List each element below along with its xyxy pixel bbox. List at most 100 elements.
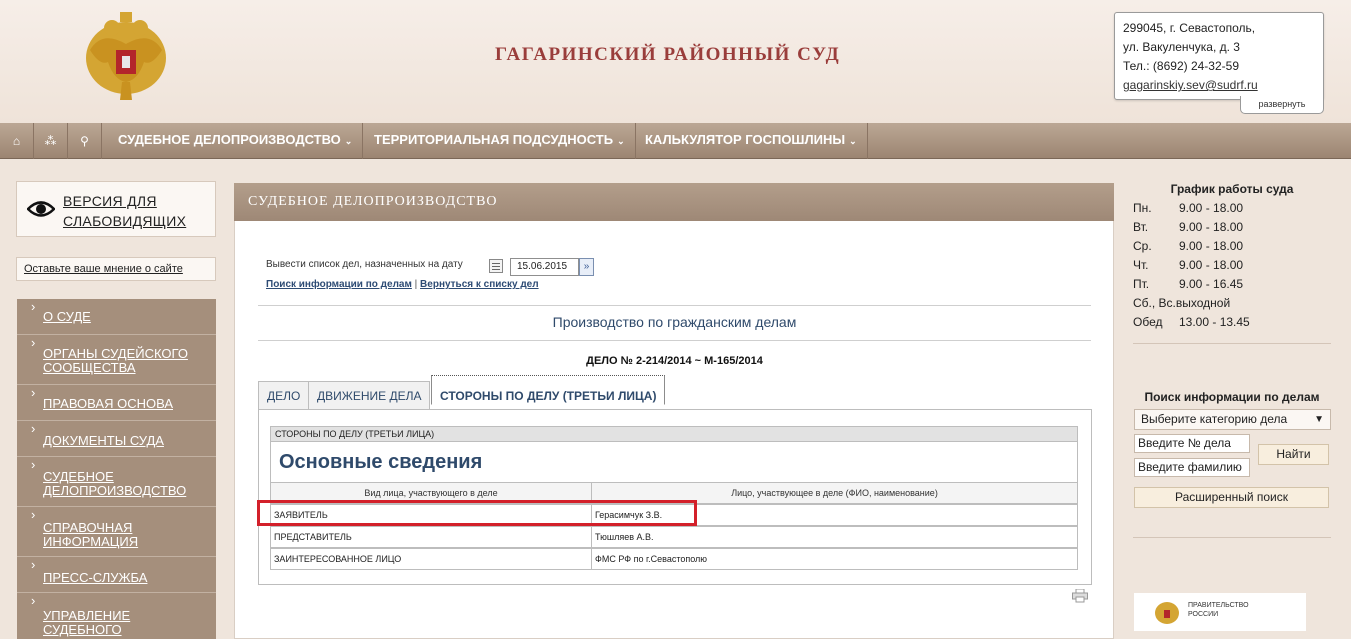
chevron-down-icon: ⌄ (344, 136, 353, 146)
proceeding-title: Производство по гражданским делам (552, 314, 797, 330)
tab-parties[interactable]: СТОРОНЫ ПО ДЕЛУ (ТРЕТЬИ ЛИЦА) (431, 375, 666, 405)
search-icon[interactable]: ⚲ (68, 123, 102, 159)
site-header: ГАГАРИНСКИЙ РАЙОННЫЙ СУД 299045, г. Сева… (0, 0, 1351, 123)
address-box: 299045, г. Севастополь, ул. Вакуленчука,… (1114, 12, 1324, 100)
court-title: ГАГАРИНСКИЙ РАЙОННЫЙ СУД (495, 44, 841, 65)
schedule-day: Пт. (1133, 277, 1150, 291)
eye-icon (27, 201, 55, 217)
party-name-cell: Тюшляев А.В. (595, 532, 654, 542)
date-input[interactable]: 15.06.2015 (510, 258, 579, 276)
category-select[interactable]: Выберите категорию дела ▼ (1134, 409, 1331, 430)
schedule-row: Пт. 9.00 - 16.45 (1133, 277, 1243, 291)
links-row: Поиск информации по делам | Вернуться к … (266, 279, 539, 290)
link-separator: | (414, 279, 418, 290)
category-select-value: Выберите категорию дела (1141, 412, 1288, 426)
divider (258, 305, 1091, 306)
case-number: ДЕЛО № 2-214/2014 ~ М-165/2014 (586, 355, 763, 367)
schedule-row: Вт. 9.00 - 18.00 (1133, 220, 1243, 234)
date-submit-button[interactable]: » (579, 258, 594, 276)
schedule-day: Обед (1133, 315, 1163, 329)
side-menu-label: ПРАВОВАЯ ОСНОВА (43, 396, 173, 411)
schedule-title: График работы суда (1170, 182, 1294, 196)
schedule-row: Ср. 9.00 - 18.00 (1133, 239, 1243, 253)
side-menu-label: ОРГАНЫ СУДЕЙСКОГО (43, 346, 188, 361)
side-menu: О СУДЕ ОРГАНЫ СУДЕЙСКОГОСООБЩЕСТВА ПРАВО… (17, 299, 216, 639)
find-button[interactable]: Найти (1258, 444, 1329, 465)
party-type-cell: ЗАИНТЕРЕСОВАННОЕ ЛИЦО (271, 549, 592, 569)
schedule-row: Чт. 9.00 - 18.00 (1133, 258, 1243, 272)
table-row: ЗАИНТЕРЕСОВАННОЕ ЛИЦО ФМС РФ по г.Севаст… (270, 548, 1078, 570)
low-vision-line: СЛАБОВИДЯЩИХ (63, 213, 187, 229)
schedule-hours: выходной (1175, 296, 1231, 310)
dropdown-arrow-icon: ▼ (1314, 414, 1324, 425)
advanced-search-button[interactable]: Расширенный поиск (1134, 487, 1329, 508)
coat-of-arms-icon (1155, 602, 1179, 624)
nav-item-fee-calculator[interactable]: КАЛЬКУЛЯТОР ГОСПОШЛИНЫ ⌄ (635, 123, 868, 159)
side-menu-item-about[interactable]: О СУДЕ (17, 299, 216, 335)
side-menu-label: СООБЩЕСТВА (43, 360, 136, 375)
side-menu-label: СУДЕБНОЕ (43, 469, 114, 484)
expand-address-button[interactable]: развернуть (1240, 96, 1324, 114)
case-search-title: Поиск информации по делам (1144, 390, 1320, 404)
phone-text: Тел.: (8692) 24-32-59 (1123, 59, 1239, 73)
nav-item-territorial-jurisdiction[interactable]: ТЕРРИТОРИАЛЬНАЯ ПОДСУДНОСТЬ ⌄ (364, 123, 636, 159)
side-menu-item-reference-info[interactable]: СПРАВОЧНАЯИНФОРМАЦИЯ (17, 507, 216, 557)
side-menu-item-court-documents[interactable]: ДОКУМЕНТЫ СУДА (17, 421, 216, 457)
government-banner-text: ПРАВИТЕЛЬСТВО РОССИИ (1188, 601, 1249, 619)
case-search-link[interactable]: Поиск информации по делам (266, 279, 412, 290)
side-menu-label: ДЕЛОПРОИЗВОДСТВО (43, 483, 187, 498)
side-menu-item-press-service[interactable]: ПРЕСС-СЛУЖБА (17, 557, 216, 593)
date-label: Вывести список дел, назначенных на дату (266, 259, 463, 270)
side-menu-label: СУДЕБНОГО (43, 622, 122, 637)
sitemap-icon[interactable]: ⁂ (34, 123, 68, 159)
schedule-day: Пн. (1133, 201, 1152, 215)
side-menu-item-proceedings[interactable]: СУДЕБНОЕДЕЛОПРОИЗВОДСТВО (17, 457, 216, 507)
side-menu-label: УПРАВЛЕНИЕ (43, 608, 131, 623)
schedule-day: Сб., Вс. (1133, 296, 1176, 310)
main-nav: ⌂ ⁂ ⚲ СУДЕБНОЕ ДЕЛОПРОИЗВОДСТВО ⌄ ТЕРРИТО… (0, 123, 1351, 159)
schedule-hours: 9.00 - 16.45 (1179, 277, 1244, 291)
schedule-hours: 9.00 - 18.00 (1179, 201, 1244, 215)
case-number-input[interactable]: Введите № дела (1134, 434, 1250, 453)
divider (1133, 537, 1331, 538)
schedule-row: Пн. 9.00 - 18.00 (1133, 201, 1243, 215)
low-vision-label: ВЕРСИЯ ДЛЯ СЛАБОВИДЯЩИХ (63, 191, 186, 231)
side-menu-item-judicial-bodies[interactable]: ОРГАНЫ СУДЕЙСКОГОСООБЩЕСТВА (17, 335, 216, 385)
party-name-cell: ФМС РФ по г.Севастополю (595, 554, 708, 564)
section-title: СУДЕБНОЕ ДЕЛОПРОИЗВОДСТВО (234, 183, 1114, 221)
tab-case[interactable]: ДЕЛО (258, 381, 310, 410)
schedule-row: Обед 13.00 - 13.45 (1133, 315, 1250, 329)
email-link[interactable]: gagarinskiy.sev@sudrf.ru (1123, 76, 1315, 95)
surname-input[interactable]: Введите фамилию (1134, 458, 1250, 477)
feedback-link[interactable]: Оставьте ваше мнение о сайте (16, 257, 216, 281)
address-line: 299045, г. Севастополь, (1123, 21, 1256, 35)
address-line: ул. Вакуленчука, д. 3 (1123, 40, 1240, 54)
divider (258, 340, 1091, 341)
back-to-list-link[interactable]: Вернуться к списку дел (420, 279, 539, 290)
government-banner-line: РОССИИ (1188, 611, 1219, 618)
low-vision-version-button[interactable]: ВЕРСИЯ ДЛЯ СЛАБОВИДЯЩИХ (16, 181, 216, 237)
side-menu-label: О СУДЕ (43, 309, 91, 324)
schedule-row: Сб., Вс.выходной (1133, 296, 1230, 310)
side-menu-label: ИНФОРМАЦИЯ (43, 534, 139, 549)
side-menu-item-management[interactable]: УПРАВЛЕНИЕСУДЕБНОГО (17, 593, 216, 639)
table-row: ПРЕДСТАВИТЕЛЬ Тюшляев А.В. (270, 526, 1078, 548)
schedule-hours: 13.00 - 13.45 (1179, 315, 1250, 329)
party-type-cell: ПРЕДСТАВИТЕЛЬ (271, 527, 592, 547)
print-icon[interactable] (1072, 589, 1088, 603)
table-caption: СТОРОНЫ ПО ДЕЛУ (ТРЕТЬИ ЛИЦА) (270, 426, 1078, 442)
schedule-day: Вт. (1133, 220, 1149, 234)
calendar-icon[interactable] (489, 259, 503, 273)
nav-item-court-proceedings[interactable]: СУДЕБНОЕ ДЕЛОПРОИЗВОДСТВО ⌄ (108, 123, 364, 159)
coat-of-arms-icon[interactable] (82, 10, 170, 104)
home-icon[interactable]: ⌂ (0, 123, 34, 159)
side-menu-item-legal-basis[interactable]: ПРАВОВАЯ ОСНОВА (17, 385, 216, 421)
government-banner[interactable]: ПРАВИТЕЛЬСТВО РОССИИ (1134, 593, 1306, 631)
chevron-down-icon: ⌄ (617, 136, 625, 146)
tab-case-movement[interactable]: ДВИЖЕНИЕ ДЕЛА (308, 381, 431, 410)
schedule-hours: 9.00 - 18.00 (1179, 220, 1244, 234)
schedule-day: Чт. (1133, 258, 1149, 272)
highlight-box (257, 500, 697, 526)
nav-item-label: ТЕРРИТОРИАЛЬНАЯ ПОДСУДНОСТЬ (374, 132, 614, 147)
schedule-hours: 9.00 - 18.00 (1179, 258, 1244, 272)
